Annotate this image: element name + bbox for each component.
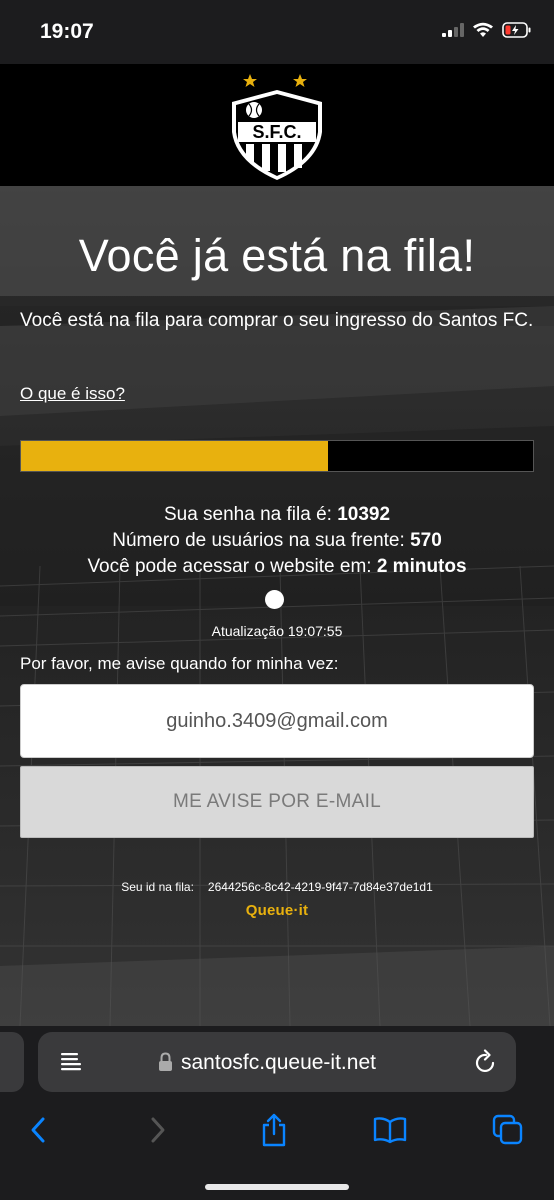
wifi-icon — [473, 22, 493, 37]
back-chevron-icon — [31, 1117, 45, 1143]
share-icon — [262, 1113, 286, 1147]
last-updated: Atualização 19:07:55 — [211, 623, 343, 639]
previous-tab-preview[interactable] — [0, 1032, 24, 1092]
queue-number-row: Sua senha na fila é: 10392 — [0, 502, 554, 528]
forward-button[interactable] — [136, 1108, 180, 1152]
site-header: S.F.C. — [0, 64, 554, 186]
eta-value: 2 minutos — [376, 556, 467, 577]
queue-content: Você já está na fila! Você está na fila … — [0, 186, 554, 1026]
eta-label: Você pode acessar o website em: — [87, 556, 372, 577]
bookmarks-button[interactable] — [368, 1108, 412, 1152]
url-text: santosfc.queue-it.net — [181, 1051, 376, 1074]
queue-info: Sua senha na fila é: 10392 Número de usu… — [0, 502, 554, 580]
queue-id: Seu id na fila: 2644256c-8c42-4219-9f47-7… — [0, 880, 554, 894]
lock-icon — [159, 1052, 172, 1071]
status-time: 19:07 — [40, 20, 94, 43]
forward-chevron-icon — [151, 1117, 165, 1143]
svg-text:S.F.C.: S.F.C. — [252, 122, 301, 142]
queue-progress-bar — [20, 440, 534, 472]
queue-progress-fill — [21, 441, 329, 471]
queue-it-logo[interactable]: Queue·it — [0, 902, 554, 919]
intro-text: Você está na fila para comprar o seu ing… — [20, 310, 534, 331]
browser-address-area: santosfc.queue-it.net — [0, 1026, 554, 1100]
home-indicator — [205, 1184, 349, 1190]
notify-label: Por favor, me avise quando for minha vez… — [20, 654, 339, 673]
back-button[interactable] — [16, 1108, 60, 1152]
loading-indicator — [265, 590, 284, 609]
queue-id-value: 2644256c-8c42-4219-9f47-7d84e37de1d1 — [207, 880, 433, 894]
queue-id-label: Seu id na fila: — [121, 880, 194, 894]
book-icon — [373, 1117, 407, 1144]
santos-fc-logo: S.F.C. — [232, 74, 322, 180]
users-ahead-row: Número de usuários na sua frente: 570 — [0, 528, 554, 554]
share-button[interactable] — [252, 1108, 296, 1152]
reader-mode-icon[interactable] — [60, 1051, 82, 1073]
email-field[interactable] — [20, 684, 534, 758]
status-bar: 19:07 — [0, 0, 554, 64]
queue-number-label: Sua senha na fila é: — [163, 504, 332, 525]
queue-number-value: 10392 — [337, 504, 391, 525]
browser-toolbar — [0, 1100, 554, 1200]
cellular-signal-icon — [442, 23, 464, 37]
tabs-icon — [492, 1114, 523, 1145]
users-ahead-value: 570 — [410, 530, 442, 551]
notify-by-email-button[interactable]: ME AVISE POR E-MAIL — [20, 766, 534, 838]
tabs-button[interactable] — [486, 1108, 530, 1152]
eta-row: Você pode acessar o website em: 2 minuto… — [0, 554, 554, 580]
what-is-this-link[interactable]: O que é isso? — [20, 384, 125, 404]
users-ahead-label: Número de usuários na sua frente: — [112, 530, 405, 551]
status-icons — [442, 22, 532, 38]
reload-icon[interactable] — [474, 1049, 498, 1075]
address-bar[interactable]: santosfc.queue-it.net — [38, 1032, 516, 1092]
queue-page: Você já está na fila! Você está na fila … — [0, 186, 554, 1026]
battery-charging-icon — [502, 22, 531, 38]
page-title: Você já está na fila! — [78, 230, 476, 281]
